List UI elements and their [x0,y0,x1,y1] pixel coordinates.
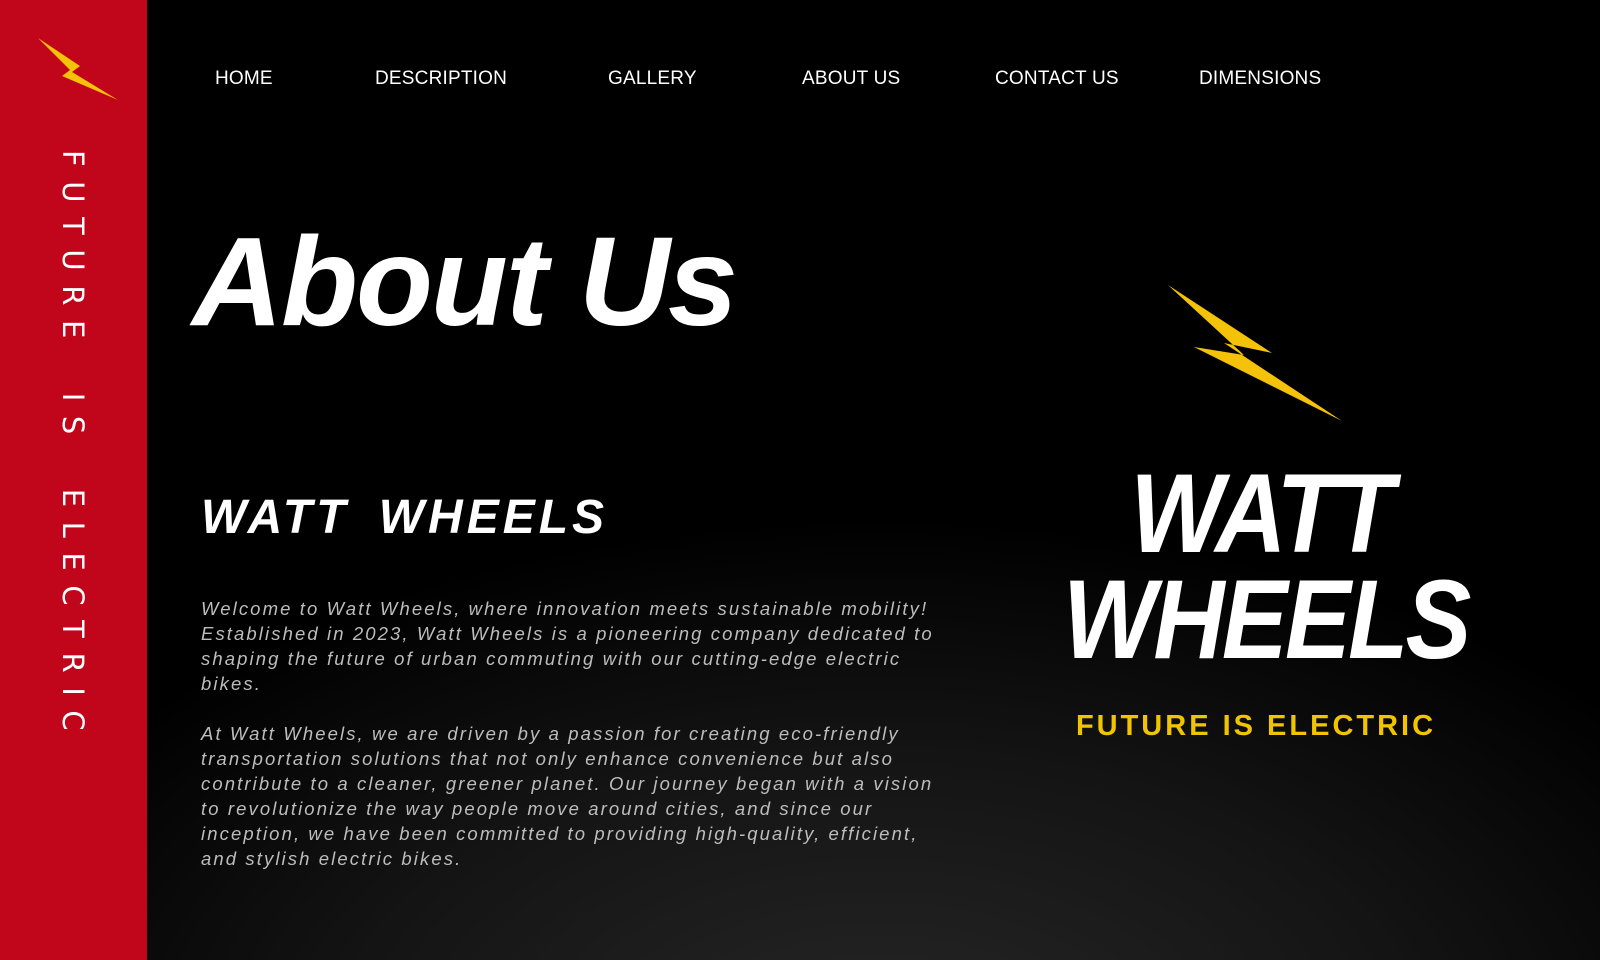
lightning-bolt-icon [1168,285,1342,421]
logo-tagline: FUTURE IS ELECTRIC [1075,710,1437,742]
brand-logo: WATT WHEELS [1036,458,1486,676]
logo-line-wheels: WHEELS [1063,557,1471,682]
nav-contact-us[interactable]: CONTACT US [995,68,1119,90]
page-title: About Us [192,211,738,352]
nav-gallery[interactable]: GALLERY [608,68,697,90]
nav-description[interactable]: DESCRIPTION [375,68,507,90]
nav-home[interactable]: HOME [215,68,273,90]
main-nav: HOME DESCRIPTION GALLERY ABOUT US CONTAC… [147,62,1600,102]
brand-heading: WATT WHEELS [201,491,609,544]
lightning-bolt-icon [38,38,118,100]
sidebar: FUTURE IS ELECTRIC [0,0,147,960]
logo-line-watt: WATT [1130,451,1394,576]
about-paragraph-2: At Watt Wheels, we are driven by a passi… [201,723,934,869]
nav-about-us[interactable]: ABOUT US [802,68,900,90]
nav-dimensions[interactable]: DIMENSIONS [1199,68,1321,90]
about-text: Welcome to Watt Wheels, where innovation… [201,596,941,871]
sidebar-tagline: FUTURE IS ELECTRIC [56,150,90,746]
about-paragraph-1: Welcome to Watt Wheels, where innovation… [201,598,934,694]
